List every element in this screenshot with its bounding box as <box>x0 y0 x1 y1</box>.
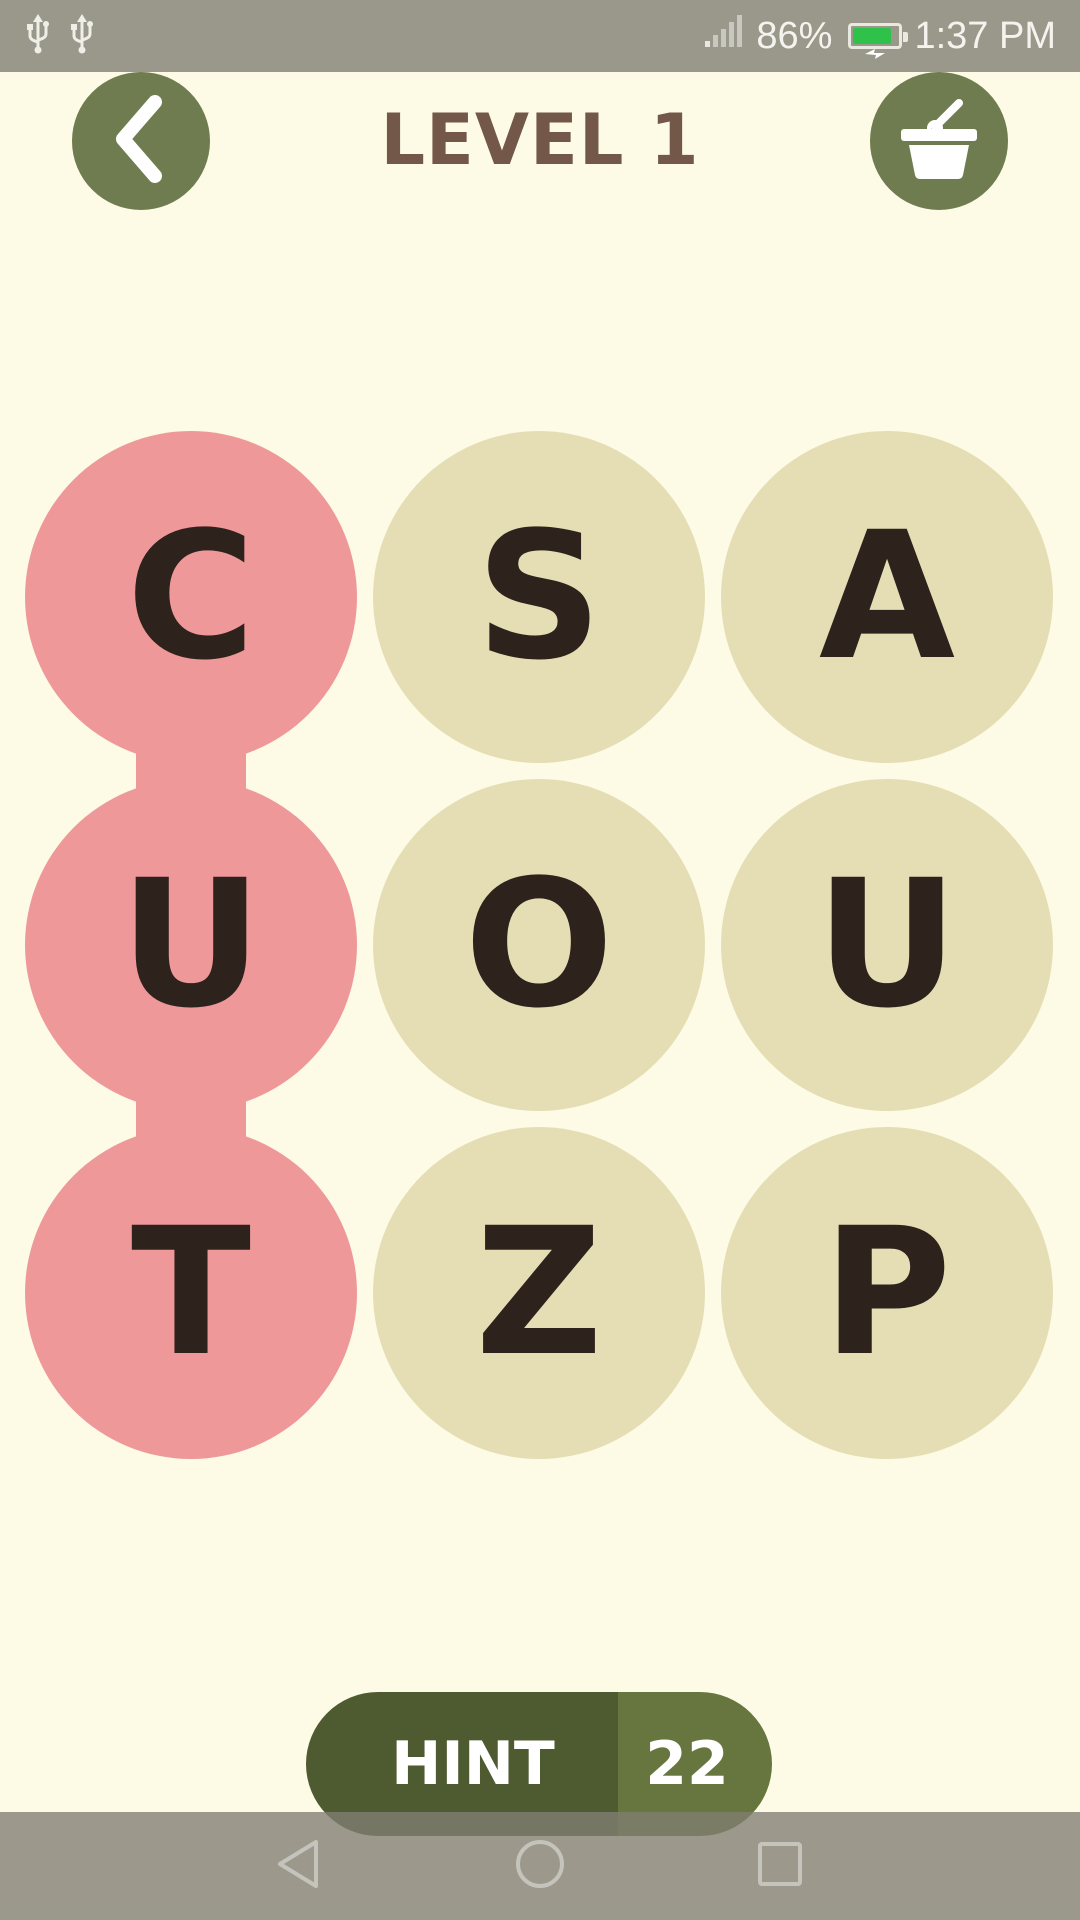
clock: 1:37 PM <box>914 14 1056 57</box>
nav-home-button[interactable] <box>500 1826 580 1906</box>
usb-icon <box>70 14 94 58</box>
tile-letter: U <box>815 842 959 1047</box>
tile-letter: U <box>119 842 263 1047</box>
navigation-bar <box>0 1812 1080 1920</box>
letter-tile-u[interactable]: U <box>25 779 357 1111</box>
battery-percent: 86% <box>756 14 833 57</box>
status-right: 86% 1:37 PM <box>704 0 1056 72</box>
letter-tile-c[interactable]: C <box>25 431 357 763</box>
status-bar: 86% 1:37 PM <box>0 0 1080 72</box>
usb-icon <box>26 14 50 58</box>
letter-tile-s[interactable]: S <box>373 431 705 763</box>
tile-letter: C <box>126 494 256 699</box>
shop-button[interactable] <box>870 72 1008 210</box>
recents-square-icon <box>750 1834 810 1898</box>
nav-recents-button[interactable] <box>740 1826 820 1906</box>
letter-tile-o[interactable]: O <box>373 779 705 1111</box>
back-triangle-icon <box>270 1834 330 1898</box>
home-circle-icon <box>510 1834 570 1898</box>
letter-tile-u[interactable]: U <box>721 779 1053 1111</box>
charging-bolt-icon <box>863 29 887 72</box>
tile-letter: Z <box>475 1190 603 1395</box>
status-left-icons <box>26 14 94 58</box>
letter-tile-a[interactable]: A <box>721 431 1053 763</box>
tile-letter: T <box>130 1190 252 1395</box>
signal-icon <box>704 13 744 59</box>
battery-icon <box>848 23 909 59</box>
letter-board: CSAUOUTZP <box>0 0 1080 1920</box>
tile-letter: O <box>464 842 614 1047</box>
tile-letter: S <box>475 494 603 699</box>
letter-tile-p[interactable]: P <box>721 1127 1053 1459</box>
nav-back-button[interactable] <box>260 1826 340 1906</box>
basket-icon <box>897 97 981 185</box>
letter-tile-t[interactable]: T <box>25 1127 357 1459</box>
letter-tile-z[interactable]: Z <box>373 1127 705 1459</box>
tile-letter: P <box>822 1190 952 1395</box>
tile-letter: A <box>818 494 956 699</box>
